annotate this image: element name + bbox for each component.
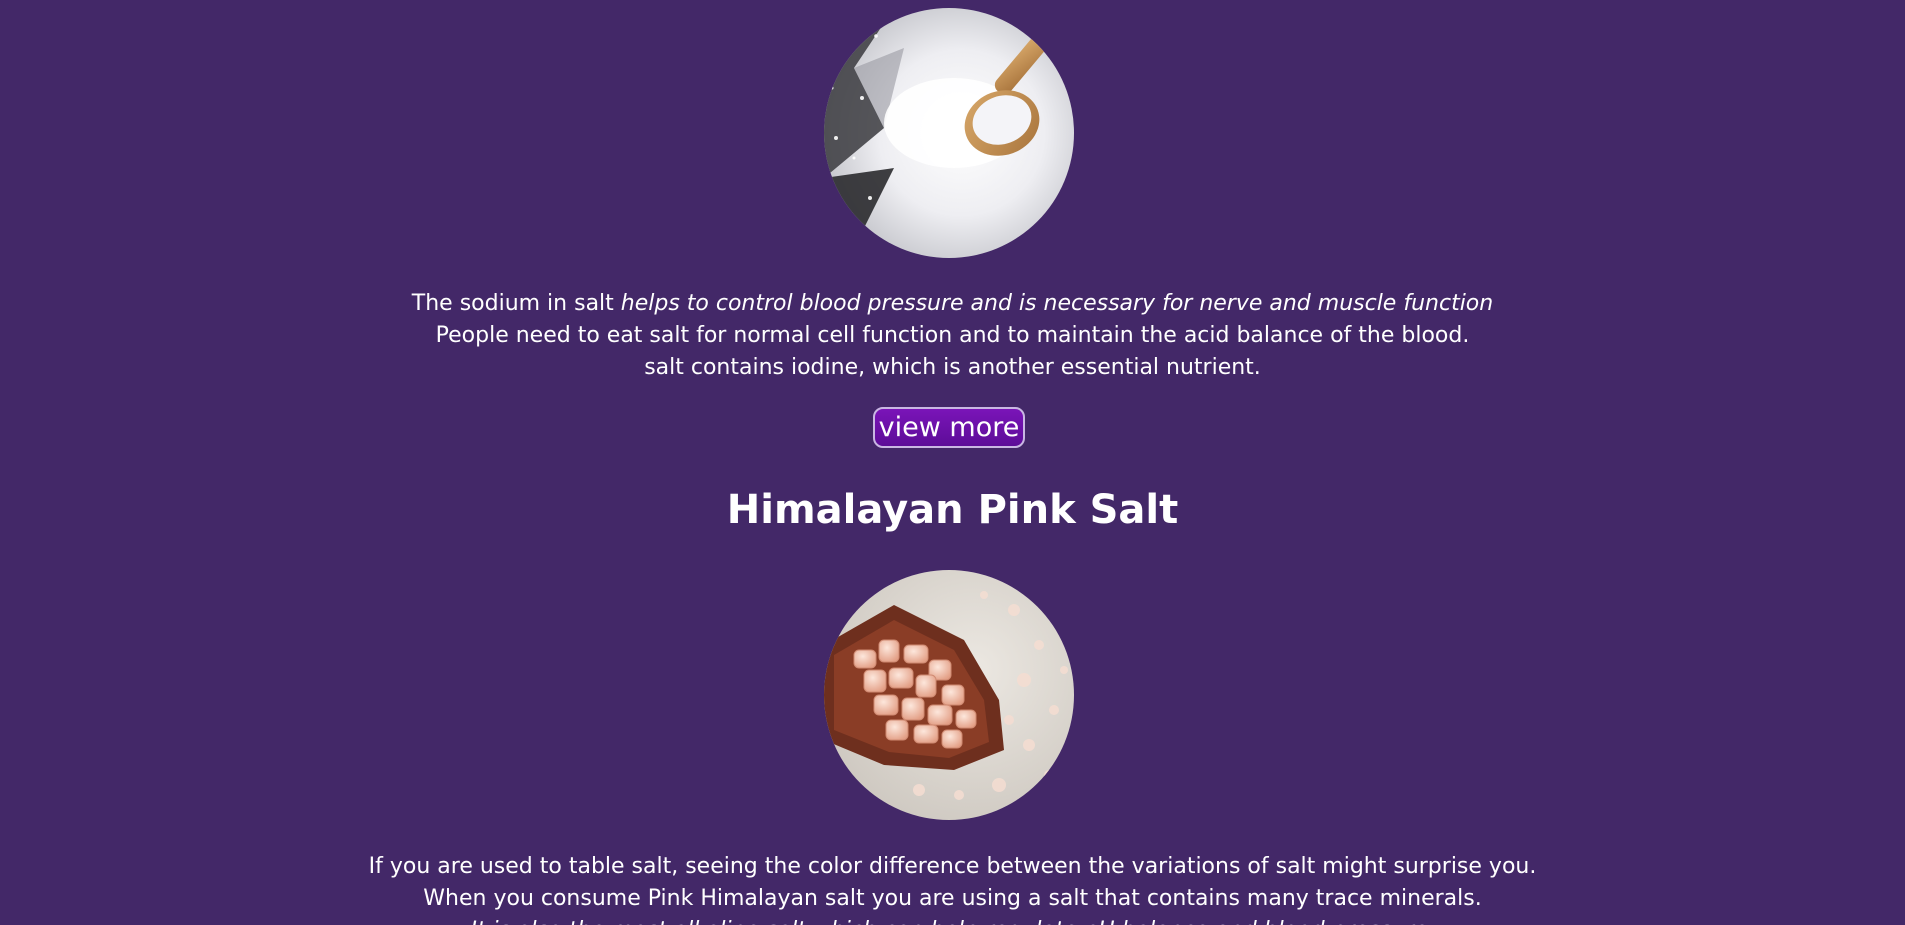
pink-salt-line-1: If you are used to table salt, seeing th… (368, 854, 1537, 879)
pink-salt-line-2: When you consume Pink Himalayan salt you… (423, 886, 1482, 911)
page: The sodium in salt helps to control bloo… (0, 0, 1905, 925)
table-salt-line-1-italic: helps to control blood pressure and is n… (620, 291, 1494, 316)
table-salt-line-2: People need to eat salt for normal cell … (435, 323, 1470, 348)
view-more-button[interactable]: view more (873, 407, 1025, 448)
table-salt-line-3: salt contains iodine, which is another e… (644, 355, 1261, 380)
table-salt-photo-icon (824, 8, 1074, 258)
pink-salt-line-3: It is also the most alkaline salt which … (0, 915, 1905, 925)
pink-salt-image (824, 570, 1074, 820)
table-salt-line-1: The sodium in salt helps to control bloo… (0, 288, 1905, 320)
pink-salt-heading: Himalayan Pink Salt (726, 487, 1179, 533)
pink-salt-description: If you are used to table salt, seeing th… (0, 851, 1905, 925)
table-salt-description: The sodium in salt helps to control bloo… (0, 288, 1905, 384)
table-salt-line-1-plain: The sodium in salt (411, 291, 621, 316)
table-salt-image (824, 8, 1074, 258)
pink-salt-photo-icon (824, 570, 1074, 820)
